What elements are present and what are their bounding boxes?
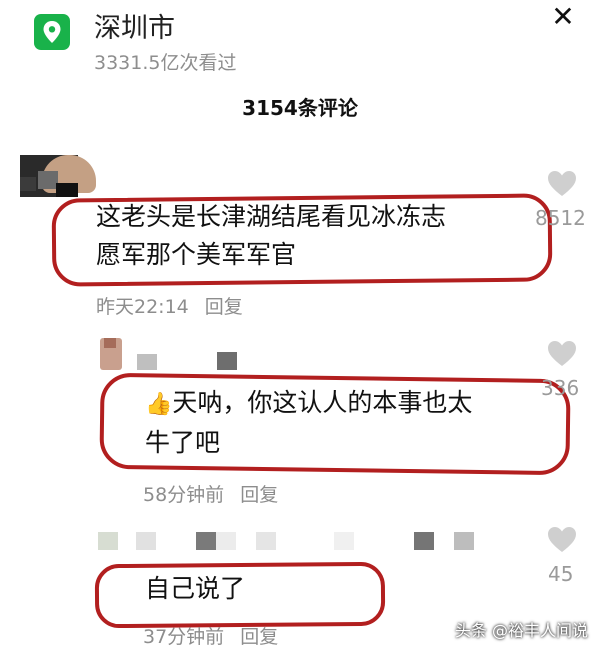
like-button[interactable] (542, 526, 582, 553)
comment-meta: 37分钟前 回复 (143, 622, 278, 649)
like-count: 336 (541, 376, 580, 400)
comment-text: 这老头是长津湖结尾看见冰冻志 愿军那个美军军官 (96, 198, 446, 274)
avatar[interactable] (20, 155, 96, 197)
comment-text-line: 天呐，你这认人的本事也太 (172, 388, 473, 417)
comment-text: 👍天呐，你这认人的本事也太 牛了吧 (145, 384, 472, 462)
like-button[interactable] (542, 340, 582, 367)
comment-text-line: 这老头是长津湖结尾看见冰冻志 (96, 202, 447, 231)
comment-time: 37分钟前 (143, 626, 225, 648)
heart-icon (548, 341, 576, 366)
reply-button[interactable]: 回复 (205, 296, 243, 318)
location-views: 3331.5亿次看过 (94, 52, 237, 74)
comment-meta: 昨天22:14 回复 (96, 292, 243, 319)
avatar[interactable] (100, 338, 122, 370)
blurred-username (137, 352, 241, 372)
comment-count-title: 3154条评论 (242, 96, 358, 120)
like-count: 8512 (535, 206, 586, 230)
blurred-username (98, 532, 478, 552)
reply-button[interactable]: 回复 (240, 626, 278, 648)
comment-text: 自己说了 (145, 570, 245, 608)
like-count: 45 (548, 562, 574, 586)
comment-text-line: 自己说了 (145, 574, 246, 603)
heart-icon (548, 171, 576, 196)
close-icon[interactable]: ✕ (548, 2, 578, 32)
heart-icon (548, 527, 576, 552)
comment-text-line: 愿军那个美军军官 (96, 240, 297, 269)
location-name[interactable]: 深圳市 (94, 6, 175, 45)
location-pin-icon (34, 14, 70, 50)
like-button[interactable] (542, 170, 582, 197)
comment-time: 58分钟前 (143, 484, 225, 506)
comment-meta: 58分钟前 回复 (143, 480, 278, 507)
reply-button[interactable]: 回复 (240, 484, 278, 506)
comment-time: 昨天22:14 (96, 296, 189, 318)
watermark: 头条 @裕丰人间说 (454, 621, 588, 640)
comment-text-line: 牛了吧 (145, 428, 221, 457)
thumbs-up-emoji: 👍 (145, 392, 173, 417)
